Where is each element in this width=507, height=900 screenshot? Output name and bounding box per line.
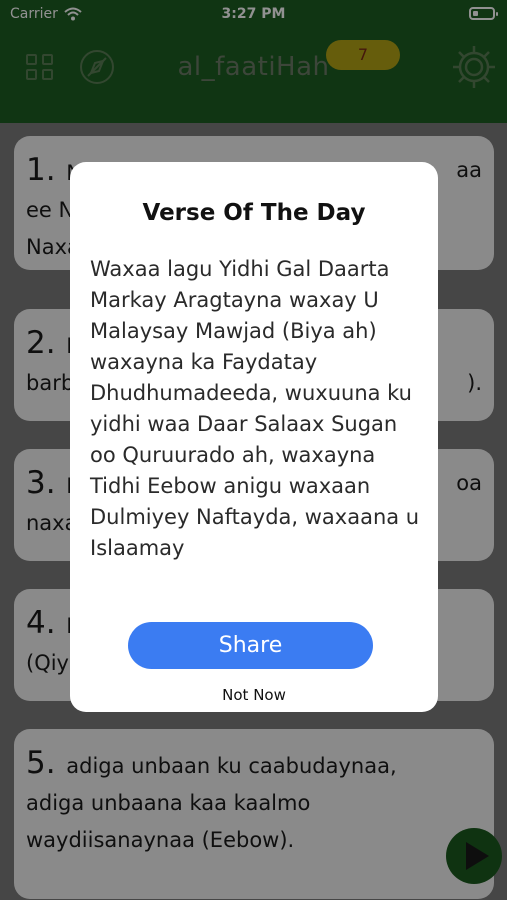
- dialog-verse-text: Waxaa lagu Yidhi Gal Daarta Markay Aragt…: [90, 257, 420, 560]
- verse-of-the-day-dialog: Verse Of The Day Waxaa lagu Yidhi Gal Da…: [70, 162, 438, 712]
- dialog-title: Verse Of The Day: [142, 200, 366, 226]
- share-button[interactable]: Share: [128, 622, 373, 669]
- not-now-button[interactable]: Not Now: [70, 686, 438, 704]
